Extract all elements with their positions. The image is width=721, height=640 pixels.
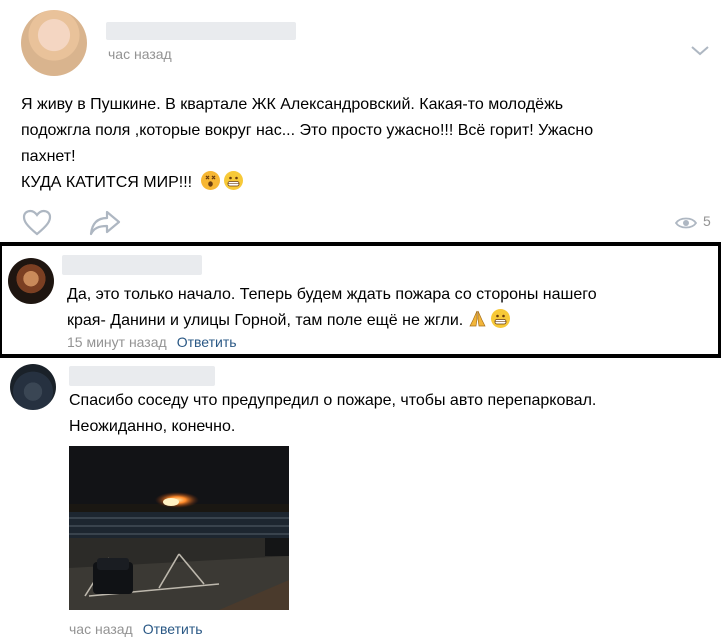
post-text-line: Я живу в Пушкине. В квартале ЖК Александ…: [21, 96, 564, 113]
views-count: 5: [703, 213, 711, 229]
comment-time[interactable]: час назад: [69, 621, 133, 637]
post-author-name[interactable]: [106, 22, 296, 40]
post-text-line-last: КУДА КАТИТСЯ МИР!!!: [21, 170, 711, 196]
post-text: Я живу в Пушкине. В квартале ЖК Александ…: [21, 92, 711, 196]
comment-text: Да, это только начало. Теперь будем ждат…: [67, 282, 707, 334]
comment-author-avatar[interactable]: [8, 258, 54, 304]
grimacing-emoji-icon: [491, 309, 511, 328]
share-arrow-icon[interactable]: [88, 209, 122, 237]
comment-author-name[interactable]: [62, 255, 202, 275]
chevron-down-icon[interactable]: [690, 44, 710, 58]
comment-text-line: Спасибо соседу что предупредил о пожаре,…: [69, 392, 597, 409]
post-author-avatar[interactable]: [21, 10, 87, 76]
grimacing-emoji-icon: [223, 171, 243, 190]
comment-time[interactable]: 15 минут назад: [67, 334, 167, 350]
comment-author-avatar[interactable]: [10, 364, 56, 410]
comment-text-line: края- Данини и улицы Горной, там поле ещ…: [67, 312, 464, 329]
attached-photo[interactable]: [69, 446, 289, 610]
divider: [0, 242, 721, 246]
post-text-line: КУДА КАТИТСЯ МИР!!!: [21, 174, 193, 191]
reply-button[interactable]: Ответить: [143, 621, 203, 637]
comment-meta: час назад Ответить: [69, 621, 203, 639]
comment-frame-left: [0, 246, 2, 354]
eye-icon: [674, 215, 698, 231]
post-text-line: пахнет!: [21, 148, 76, 165]
post-text-line: подожгла поля ,которые вокруг нас... Это…: [21, 122, 594, 139]
post-time[interactable]: час назад: [108, 46, 172, 62]
heart-icon[interactable]: [22, 209, 52, 237]
comment-meta: 15 минут назад Ответить: [67, 334, 237, 352]
comment-text-line-last: края- Данини и улицы Горной, там поле ещ…: [67, 308, 707, 334]
divider: [0, 354, 721, 358]
comment-text-line: Неожиданно, конечно.: [69, 418, 236, 435]
comment-text: Спасибо соседу что предупредил о пожаре,…: [69, 388, 714, 440]
reply-button[interactable]: Ответить: [177, 334, 237, 350]
comment-author-name[interactable]: [69, 366, 215, 386]
comment-text-line: Да, это только начало. Теперь будем ждат…: [67, 286, 597, 303]
astonished-emoji-icon: [200, 171, 220, 190]
praying-hands-emoji-icon: [468, 309, 487, 328]
